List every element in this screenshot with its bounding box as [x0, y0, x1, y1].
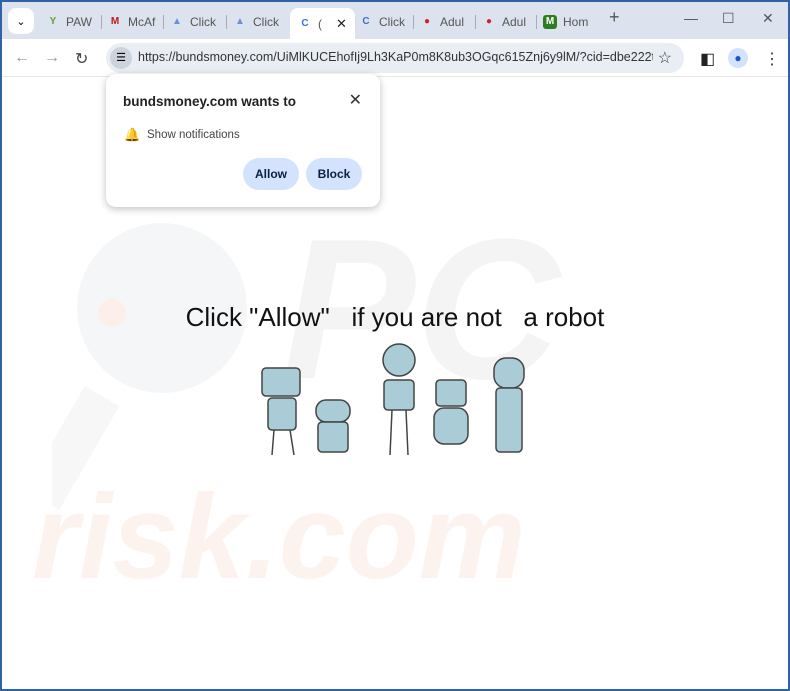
- yts-icon: Y: [49, 16, 57, 27]
- bell-icon: 🔔: [124, 127, 141, 142]
- tab-separator: [101, 15, 102, 29]
- tab-title: Adul: [440, 15, 465, 29]
- tab-title: PAW: [66, 15, 92, 29]
- forward-icon[interactable]: →: [44, 49, 60, 67]
- reload-icon[interactable]: ↻: [75, 49, 88, 69]
- tab-bar: ⌄ Y PAW M McAf ▲ Click ▲ Click C ( ✕ C Click ● Adul ● Ad…: [2, 2, 788, 39]
- dialog-title: bundsmoney.com wants to: [123, 94, 297, 109]
- bell-icon: ▲: [172, 16, 182, 27]
- address-bar[interactable]: ☰ https://bundsmoney.com/UiMlKUCEhofIj9L…: [106, 43, 684, 73]
- tab[interactable]: C Click: [359, 10, 405, 34]
- tab-separator: [413, 15, 414, 29]
- bell-icon: ▲: [235, 16, 245, 27]
- site-info-icon[interactable]: ☰: [110, 47, 132, 69]
- url-text[interactable]: https://bundsmoney.com/UiMlKUCEhofIj9Lh3…: [138, 50, 653, 64]
- allow-button[interactable]: Allow: [243, 158, 299, 190]
- close-window-button[interactable]: ✕: [762, 10, 774, 27]
- tab-title: Click: [379, 15, 405, 29]
- tab[interactable]: ▲ Click: [170, 10, 216, 34]
- notification-permission-dialog: bundsmoney.com wants to ✕ 🔔 Show notific…: [106, 74, 380, 207]
- tab[interactable]: Y PAW: [46, 10, 92, 34]
- refresh-icon: C: [362, 16, 370, 27]
- permission-label: Show notifications: [147, 129, 240, 141]
- tab[interactable]: ● Adul: [482, 10, 526, 34]
- toolbar: ← → ↻ ☰ https://bundsmoney.com/UiMlKUCEh…: [2, 39, 788, 77]
- tab-separator: [163, 15, 164, 29]
- tab-title: Hom: [563, 15, 589, 29]
- tab-title: Click: [253, 15, 279, 29]
- maximize-button[interactable]: ☐: [722, 10, 735, 27]
- tab-search-button[interactable]: ⌄: [8, 8, 34, 34]
- watermark-text: risk.com: [32, 470, 526, 604]
- m-icon: M: [543, 15, 557, 29]
- new-tab-button[interactable]: +: [609, 7, 620, 28]
- tab-separator: [536, 15, 537, 29]
- back-icon[interactable]: ←: [14, 49, 30, 67]
- tab[interactable]: ▲ Click: [233, 10, 279, 34]
- block-button[interactable]: Block: [306, 158, 362, 190]
- close-tab-icon[interactable]: ✕: [336, 16, 347, 32]
- bookmark-star-icon[interactable]: ☆: [658, 48, 672, 68]
- tab-separator: [475, 15, 476, 29]
- tab-separator: [226, 15, 227, 29]
- browser-window: ⌄ Y PAW M McAf ▲ Click ▲ Click C ( ✕ C Click ● Adul ● Ad…: [2, 2, 788, 689]
- tab[interactable]: M Hom: [543, 10, 588, 34]
- minimize-button[interactable]: —: [684, 10, 698, 26]
- tab-title: Adul: [502, 15, 527, 29]
- side-panel-icon[interactable]: ◧: [700, 49, 715, 69]
- tab-title: Click: [190, 15, 216, 29]
- close-icon[interactable]: ✕: [349, 90, 362, 110]
- tab-title: (: [318, 16, 322, 31]
- profile-avatar-icon[interactable]: ●: [728, 48, 748, 68]
- refresh-icon: C: [301, 17, 309, 29]
- mcafee-icon: M: [110, 16, 120, 27]
- tab-title: McAf: [128, 15, 156, 29]
- robots-image: [261, 343, 525, 456]
- tab[interactable]: M McAf: [108, 10, 156, 34]
- tab[interactable]: ● Adul: [420, 10, 464, 34]
- menu-icon[interactable]: ⋮: [764, 49, 780, 69]
- tab[interactable]: C ( ✕: [290, 8, 355, 39]
- lips-icon: ●: [423, 16, 431, 27]
- headline: Click "Allow" if you are not a robot: [185, 302, 605, 332]
- lips-icon: ●: [485, 16, 493, 27]
